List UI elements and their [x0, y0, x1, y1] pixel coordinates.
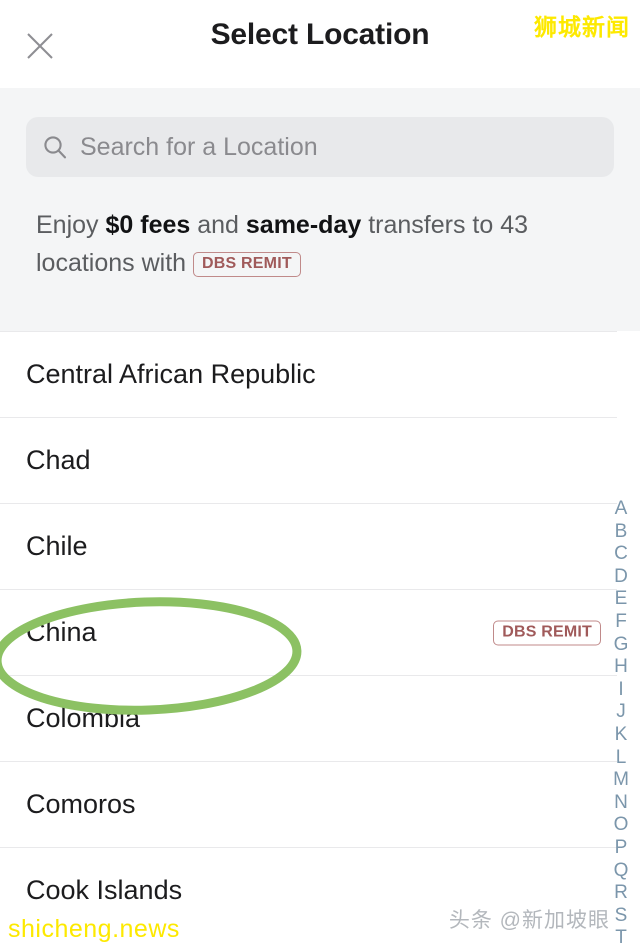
index-letter-g[interactable]: G — [614, 634, 629, 657]
alphabet-index[interactable]: ABCDEFGHIJKLMNOPQRST — [608, 498, 634, 950]
index-letter-n[interactable]: N — [614, 792, 628, 815]
list-item[interactable]: Comoros — [0, 761, 617, 847]
index-letter-t[interactable]: T — [615, 927, 627, 950]
list-item-label: Cook Islands — [26, 875, 183, 905]
index-letter-d[interactable]: D — [614, 566, 628, 589]
index-letter-c[interactable]: C — [614, 543, 628, 566]
index-letter-e[interactable]: E — [615, 588, 628, 611]
watermark-top-right: 狮城新闻 — [534, 14, 630, 40]
search-input[interactable] — [80, 132, 560, 162]
list-item[interactable]: Chile — [0, 503, 617, 589]
index-letter-m[interactable]: M — [613, 769, 629, 792]
list-item-label: Colombia — [26, 703, 141, 733]
list-item-label: China — [26, 617, 97, 647]
index-letter-p[interactable]: P — [615, 837, 628, 860]
index-letter-i[interactable]: I — [618, 679, 623, 702]
promo-bold-fees: $0 fees — [105, 211, 191, 239]
list-item-label: Comoros — [26, 789, 136, 819]
index-letter-s[interactable]: S — [615, 905, 628, 928]
promo-bold-sameday: same-day — [245, 211, 362, 239]
index-letter-f[interactable]: F — [615, 611, 627, 634]
list-item-label: Chile — [26, 531, 88, 561]
location-list: Central African Republic Chad Chile Chin… — [0, 331, 640, 948]
list-item-china[interactable]: China DBS REMIT — [0, 589, 617, 675]
dbs-remit-badge: DBS REMIT — [493, 620, 601, 645]
index-letter-b[interactable]: B — [615, 521, 628, 544]
list-item-label: Chad — [26, 445, 91, 475]
index-letter-a[interactable]: A — [615, 498, 628, 521]
promo-prefix: Enjoy — [36, 211, 106, 239]
index-letter-k[interactable]: K — [615, 724, 628, 747]
index-letter-l[interactable]: L — [616, 747, 627, 770]
search-icon — [42, 134, 68, 160]
index-letter-q[interactable]: Q — [614, 860, 629, 883]
index-letter-r[interactable]: R — [614, 882, 628, 905]
list-item[interactable]: Colombia — [0, 675, 617, 761]
search-box[interactable] — [26, 117, 614, 177]
watermark-bottom-right: 头条 @新加坡眼 — [448, 909, 610, 932]
search-section: Enjoy $0 fees and same-day transfers to … — [0, 88, 640, 331]
promo-text: Enjoy $0 fees and same-day transfers to … — [36, 206, 616, 282]
dbs-remit-badge: DBS REMIT — [193, 252, 301, 277]
list-item-label: Central African Republic — [26, 359, 316, 389]
index-letter-h[interactable]: H — [614, 656, 628, 679]
index-letter-o[interactable]: O — [614, 814, 629, 837]
promo-middle: and — [190, 211, 246, 239]
watermark-bottom-left: shicheng.news — [8, 915, 180, 943]
list-item[interactable]: Chad — [0, 417, 617, 503]
index-letter-j[interactable]: J — [616, 701, 626, 724]
list-item[interactable]: Central African Republic — [0, 331, 617, 417]
